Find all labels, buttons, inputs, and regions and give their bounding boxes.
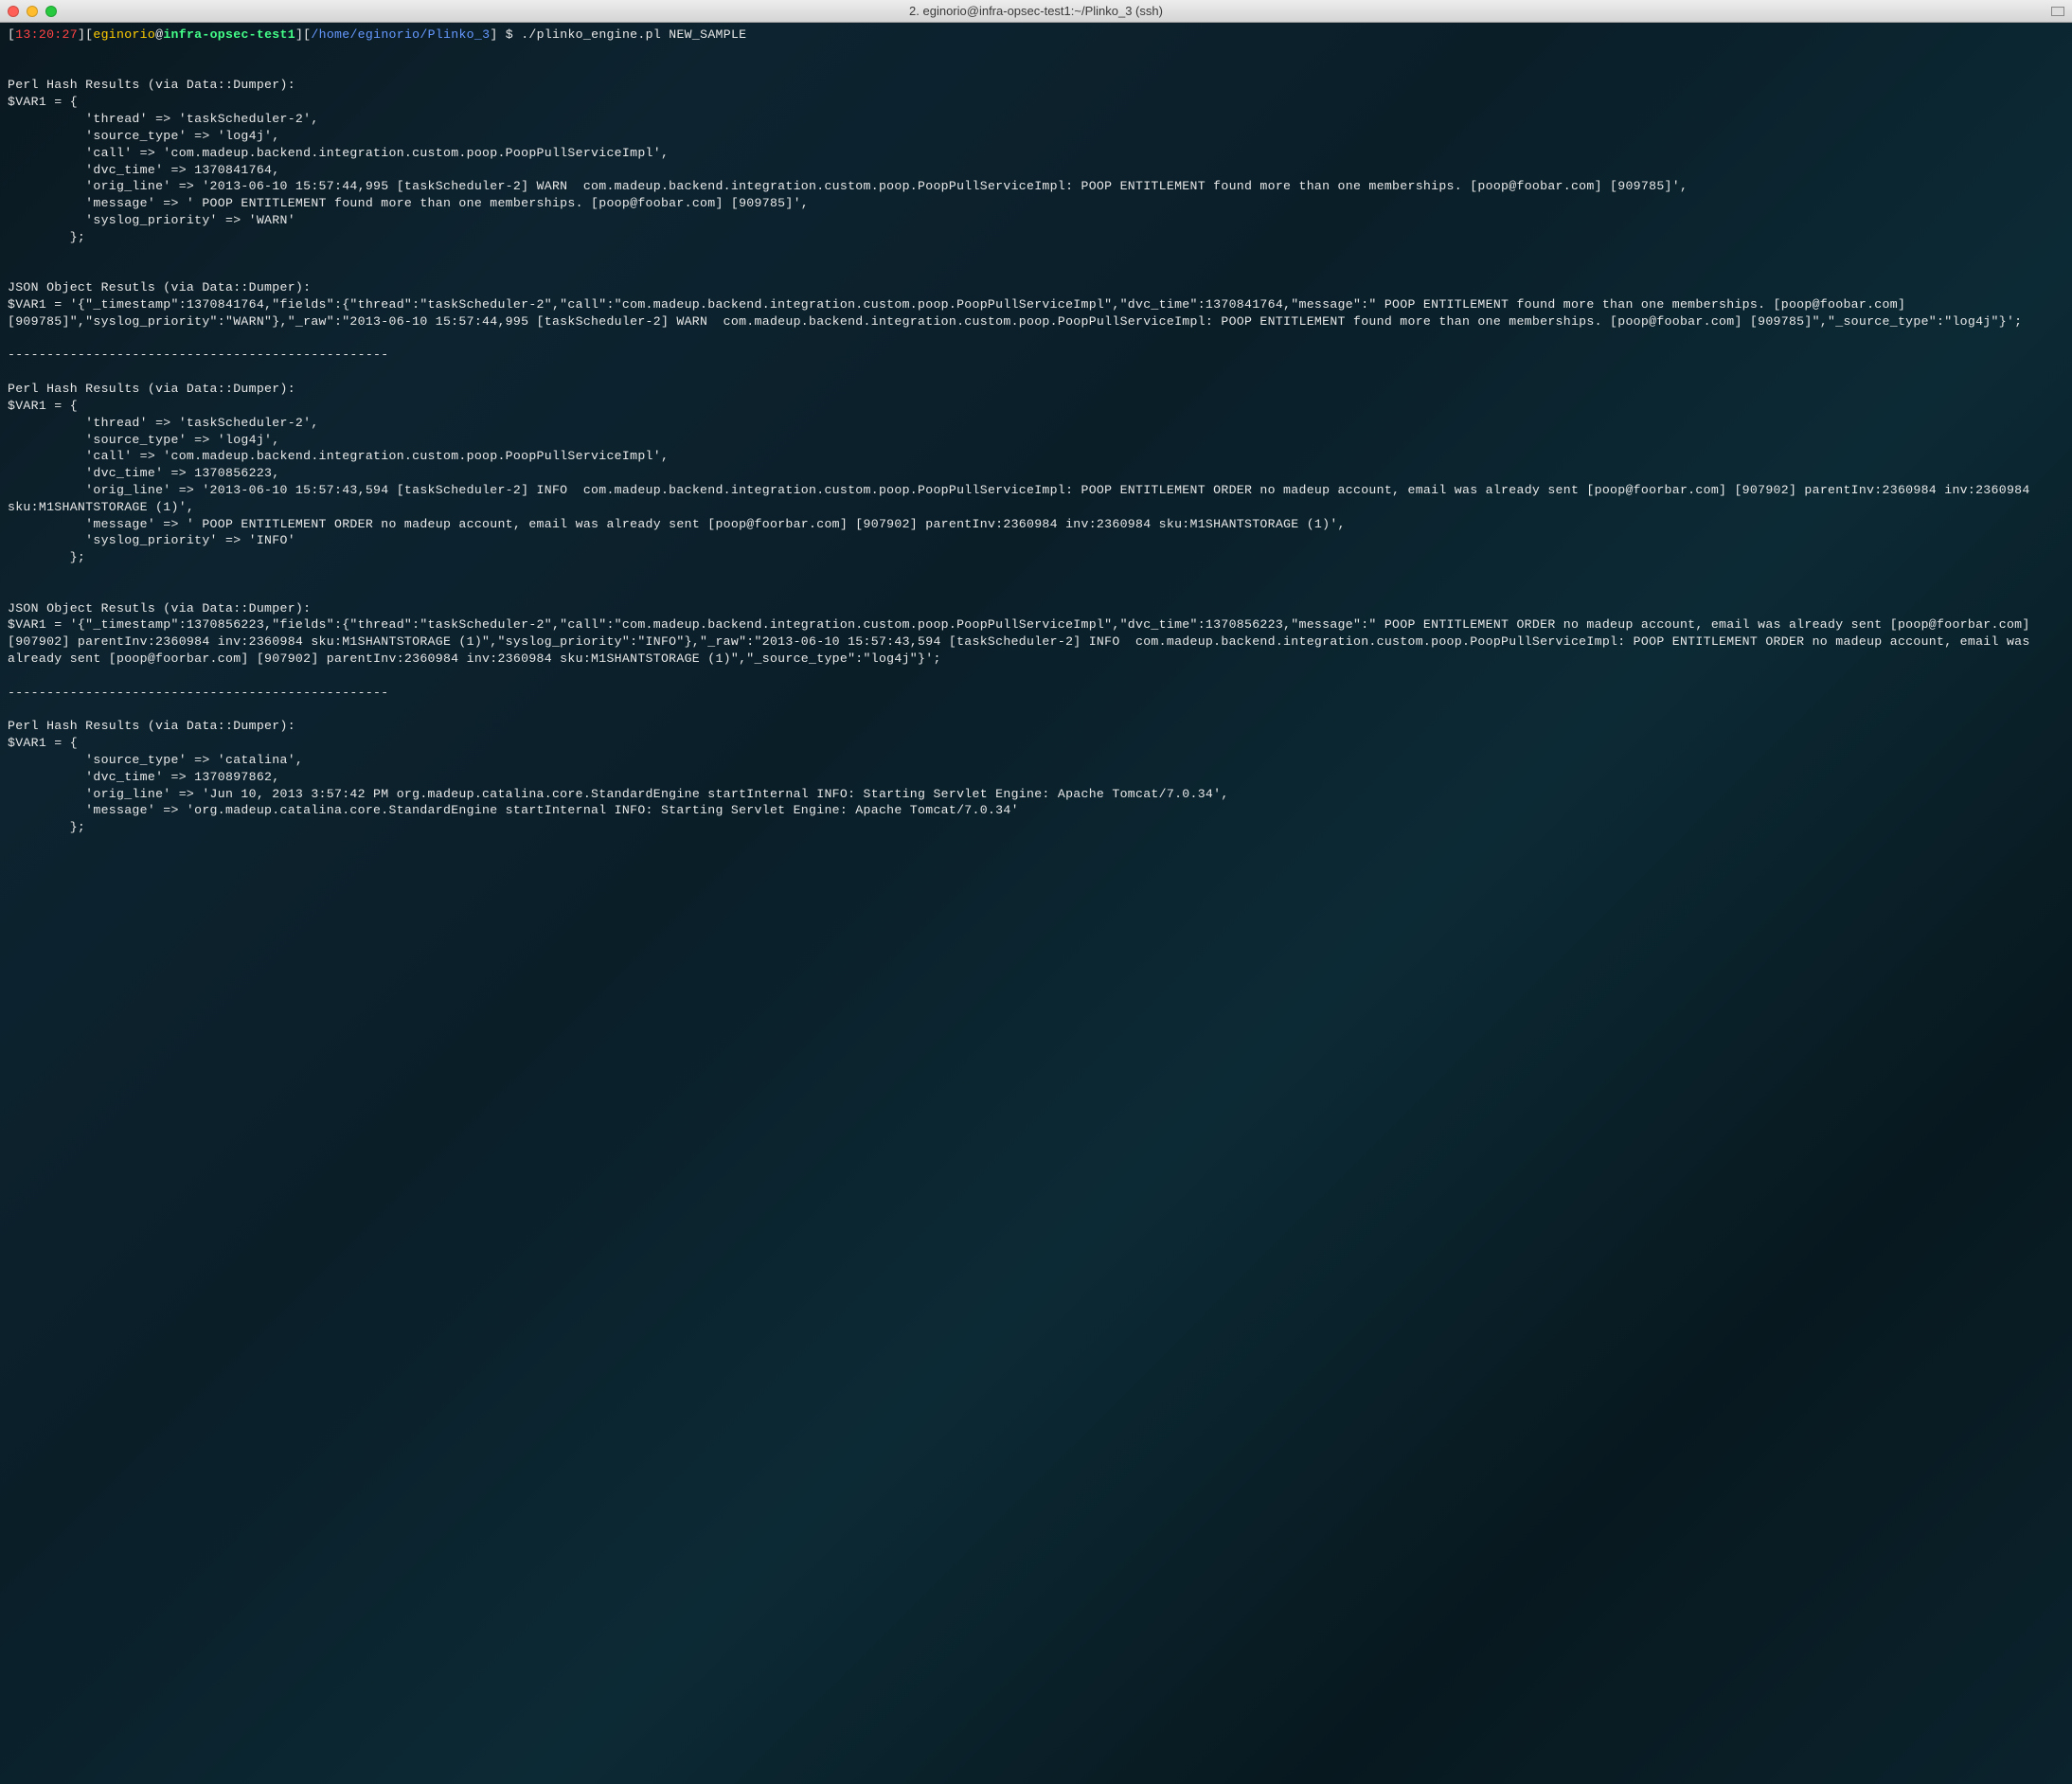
perl-hash-body-1: $VAR1 = { 'thread' => 'taskScheduler-2',… bbox=[8, 95, 1688, 244]
prompt-symbol: $ bbox=[498, 27, 522, 42]
json-header-2: JSON Object Resutls (via Data::Dumper): bbox=[8, 601, 311, 615]
minimize-icon[interactable] bbox=[27, 6, 38, 17]
prompt-cwd: /home/eginorio/Plinko_3 bbox=[311, 27, 490, 42]
prompt-bracket-close3: ] bbox=[490, 27, 497, 42]
window-title: 2. eginorio@infra-opsec-test1:~/Plinko_3… bbox=[909, 4, 1163, 18]
prompt-bracket-close2: ] bbox=[295, 27, 303, 42]
prompt-timestamp: 13:20:27 bbox=[15, 27, 78, 42]
command-text: ./plinko_engine.pl NEW_SAMPLE bbox=[521, 27, 746, 42]
window-title-bar: 2. eginorio@infra-opsec-test1:~/Plinko_3… bbox=[0, 0, 2072, 23]
perl-hash-body-3: $VAR1 = { 'source_type' => 'catalina', '… bbox=[8, 736, 1229, 834]
prompt-username: eginorio bbox=[93, 27, 155, 42]
fullscreen-icon[interactable] bbox=[2051, 7, 2064, 16]
separator-2: ----------------------------------------… bbox=[8, 686, 388, 700]
json-body-2: $VAR1 = '{"_timestamp":1370856223,"field… bbox=[8, 617, 2038, 666]
perl-hash-body-2: $VAR1 = { 'thread' => 'taskScheduler-2',… bbox=[8, 399, 2038, 564]
close-icon[interactable] bbox=[8, 6, 19, 17]
window-controls bbox=[8, 6, 57, 17]
perl-hash-header-3: Perl Hash Results (via Data::Dumper): bbox=[8, 719, 295, 733]
separator-1: ----------------------------------------… bbox=[8, 348, 388, 362]
prompt-hostname: infra-opsec-test1 bbox=[163, 27, 295, 42]
terminal-output[interactable]: [13:20:27][eginorio@infra-opsec-test1][/… bbox=[0, 23, 2072, 1784]
maximize-icon[interactable] bbox=[45, 6, 57, 17]
perl-hash-header-1: Perl Hash Results (via Data::Dumper): bbox=[8, 78, 295, 92]
perl-hash-header-2: Perl Hash Results (via Data::Dumper): bbox=[8, 382, 295, 396]
json-header-1: JSON Object Resutls (via Data::Dumper): bbox=[8, 280, 311, 294]
json-body-1: $VAR1 = '{"_timestamp":1370841764,"field… bbox=[8, 297, 2022, 329]
prompt-bracket-close: ] bbox=[78, 27, 85, 42]
prompt-bracket-open: [ bbox=[8, 27, 15, 42]
